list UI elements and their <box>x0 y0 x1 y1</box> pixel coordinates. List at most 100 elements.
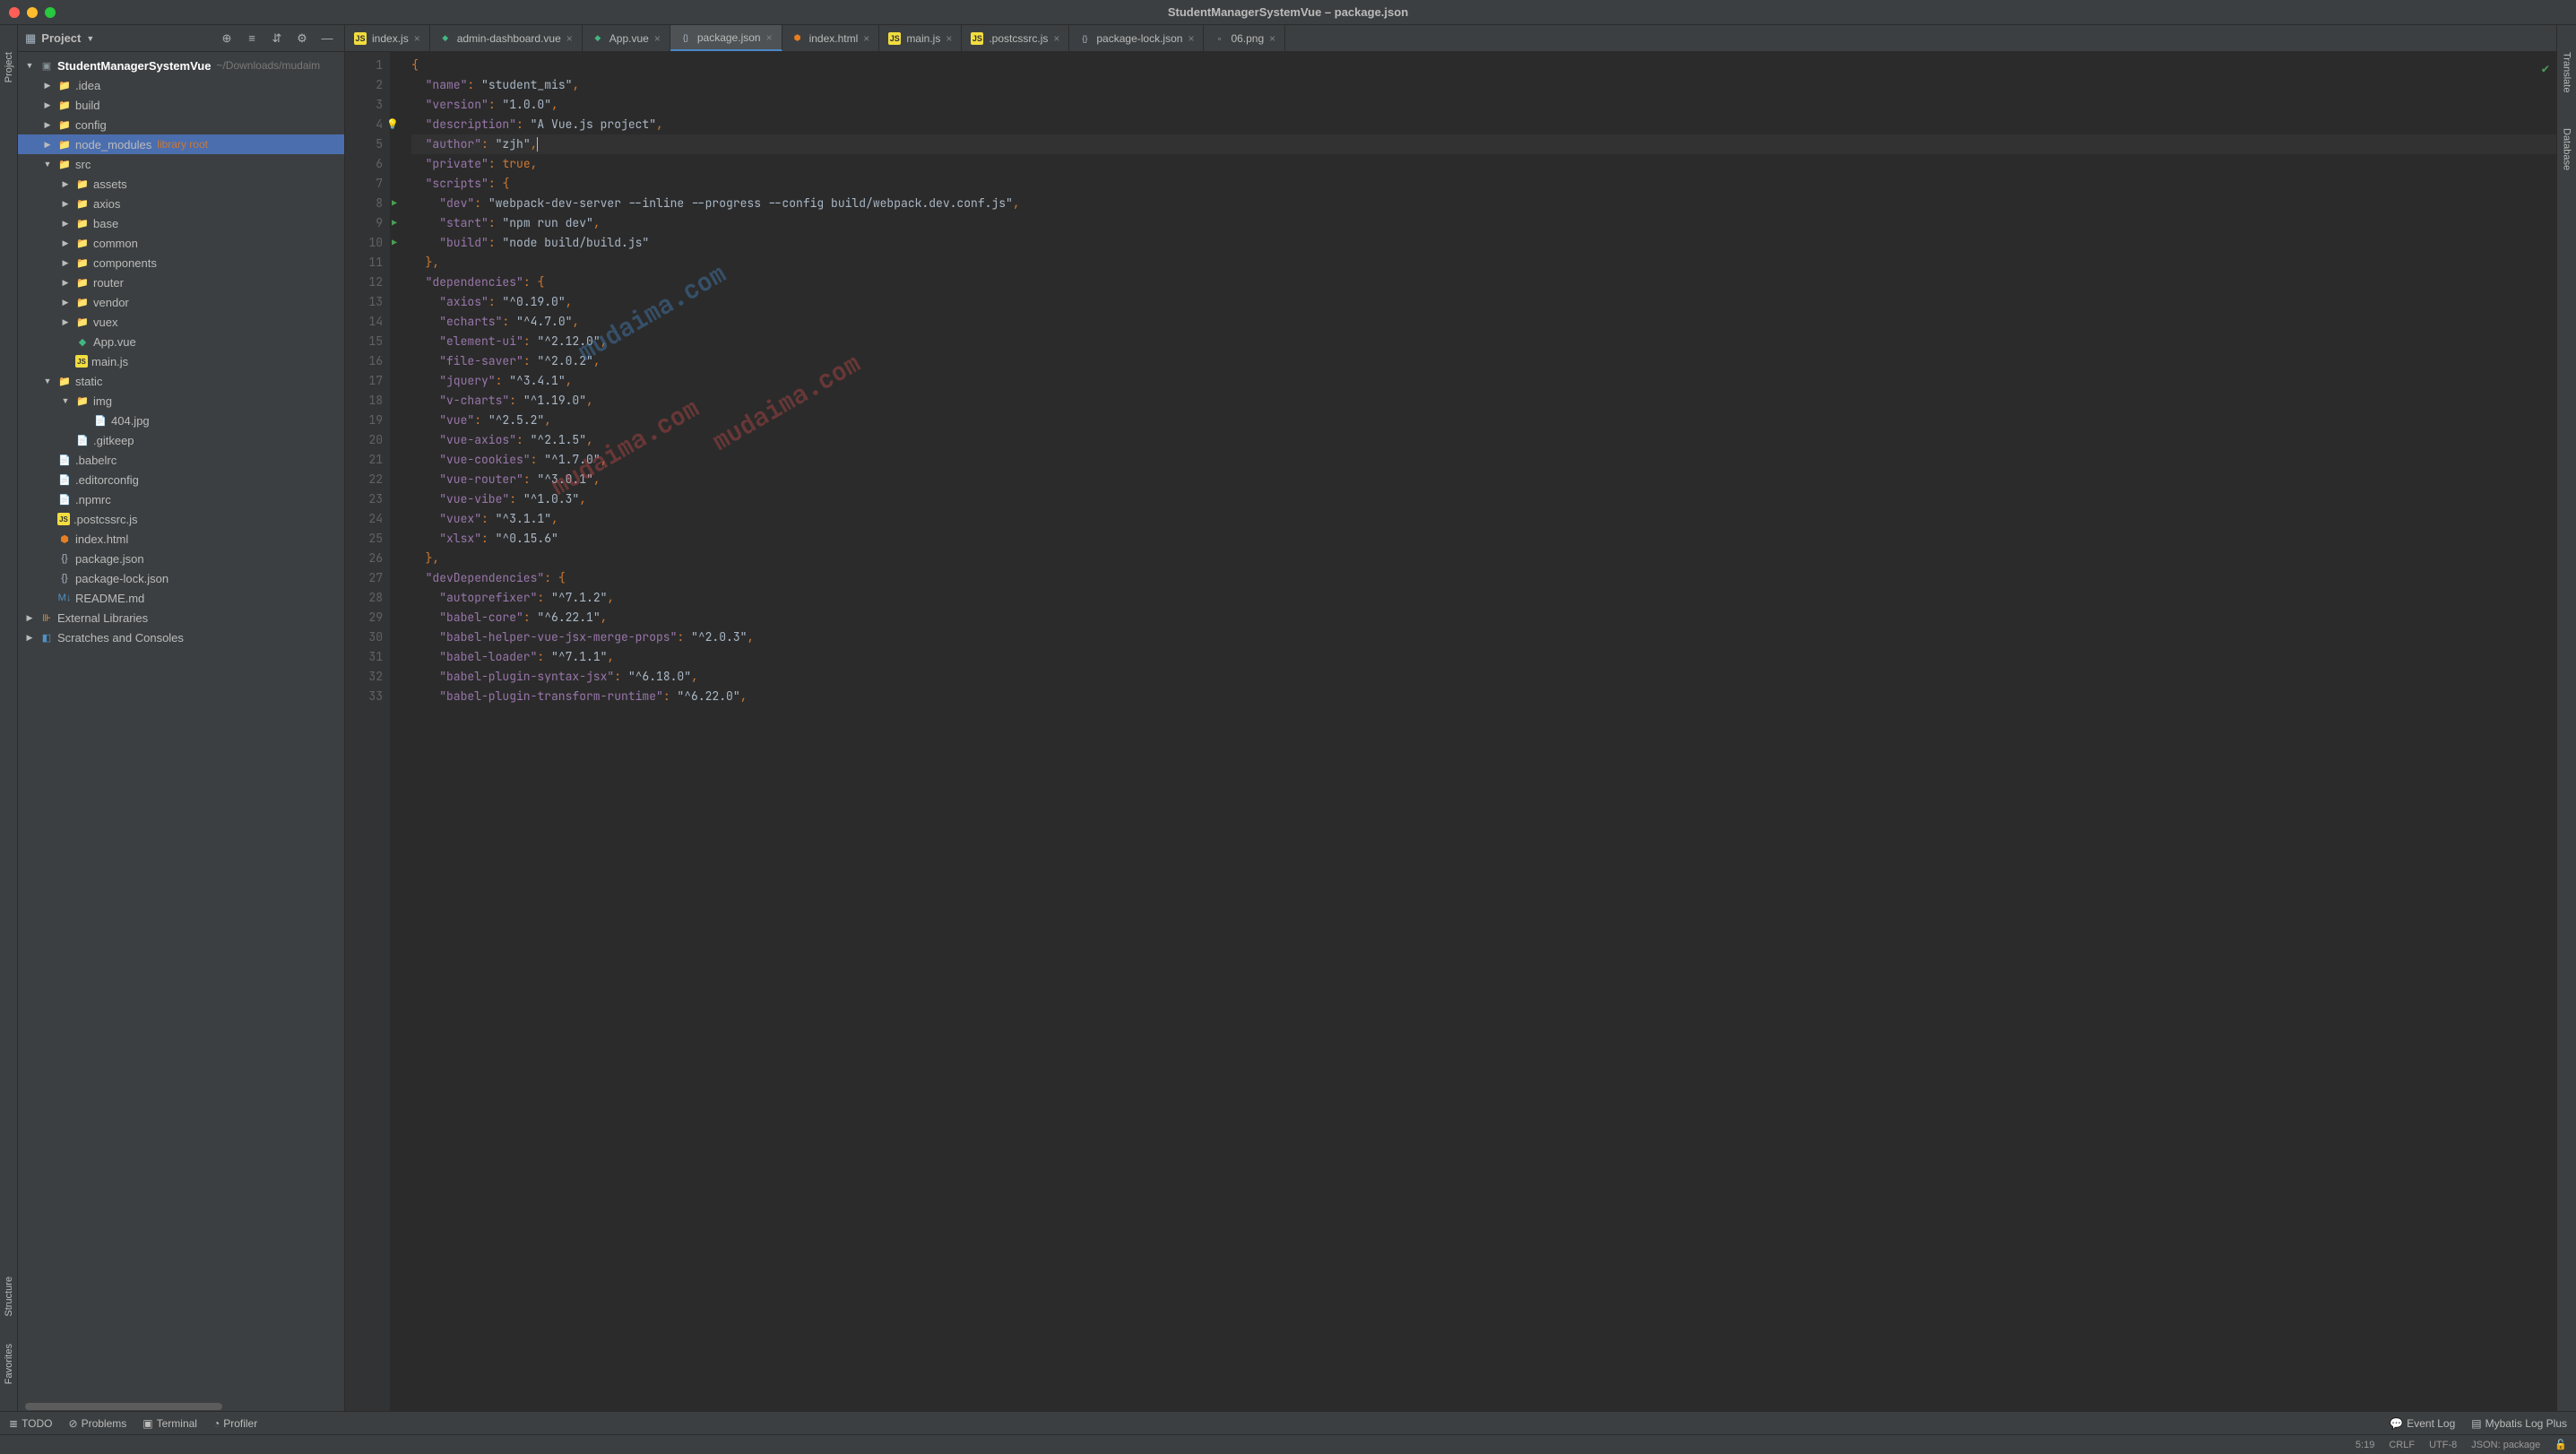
code-line[interactable]: "autoprefixer": "^7.1.2", <box>411 588 2556 608</box>
status-position[interactable]: 5:19 <box>2356 1440 2374 1450</box>
chevron-right-icon[interactable]: ▶ <box>23 611 36 624</box>
gutter-line[interactable]: 19 <box>345 411 383 430</box>
chevron-down-icon[interactable]: ▼ <box>23 59 36 72</box>
favorites-tool-button[interactable]: Favorites <box>4 1344 14 1384</box>
chevron-right-icon[interactable]: ▶ <box>59 256 72 269</box>
close-icon[interactable]: × <box>1053 32 1059 45</box>
code-line[interactable]: "babel-loader": "^7.1.1", <box>411 647 2556 667</box>
project-tree[interactable]: ▼ ▣ StudentManagerSystemVue ~/Downloads/… <box>18 52 344 1402</box>
profiler-tool-button[interactable]: ◔Profiler <box>213 1417 257 1430</box>
gutter-line[interactable]: 31 <box>345 647 383 667</box>
tree-item[interactable]: ▼📁src <box>18 154 344 174</box>
gutter-line[interactable]: 6 <box>345 154 383 174</box>
code-line[interactable]: }, <box>411 253 2556 273</box>
problems-tool-button[interactable]: ⊘Problems <box>69 1417 127 1430</box>
gutter-line[interactable]: 2 <box>345 75 383 95</box>
code-line[interactable]: "element-ui": "^2.12.0", <box>411 332 2556 351</box>
gutter-line[interactable]: 33 <box>345 687 383 706</box>
tree-item[interactable]: ▶📁common <box>18 233 344 253</box>
gutter-line[interactable]: 5 <box>345 134 383 154</box>
maximize-window-button[interactable] <box>45 7 56 18</box>
gutter-line[interactable]: 17 <box>345 371 383 391</box>
gutter-line[interactable]: 20 <box>345 430 383 450</box>
tree-item[interactable]: 📄.editorconfig <box>18 470 344 489</box>
code-line[interactable]: "v-charts": "^1.19.0", <box>411 391 2556 411</box>
gutter-line[interactable]: 27 <box>345 568 383 588</box>
code-line[interactable]: "echarts": "^4.7.0", <box>411 312 2556 332</box>
chevron-right-icon[interactable]: ▶ <box>23 631 36 644</box>
chevron-right-icon[interactable]: ▶ <box>59 296 72 308</box>
gutter-line[interactable]: 3 <box>345 95 383 115</box>
tree-item[interactable]: ◆App.vue <box>18 332 344 351</box>
project-tool-button[interactable]: Project <box>4 52 14 82</box>
tree-item[interactable]: ▼📁static <box>18 371 344 391</box>
code-line[interactable]: "dev": "webpack-dev-server --inline --pr… <box>411 194 2556 213</box>
chevron-down-icon[interactable]: ▼ <box>41 375 54 387</box>
gutter-line[interactable]: 14 <box>345 312 383 332</box>
status-encoding[interactable]: UTF-8 <box>2429 1440 2457 1450</box>
minimize-window-button[interactable] <box>27 7 38 18</box>
gutter-line[interactable]: 28 <box>345 588 383 608</box>
editor-tab[interactable]: ⬢index.html× <box>782 25 880 51</box>
gutter-line[interactable]: 11 <box>345 253 383 273</box>
tree-item[interactable]: {}package.json <box>18 549 344 568</box>
editor-tab[interactable]: JSindex.js× <box>345 25 430 51</box>
editor-tab[interactable]: JS.postcssrc.js× <box>962 25 1069 51</box>
chevron-right-icon[interactable]: ▶ <box>41 138 54 151</box>
tree-item[interactable]: ▶📁config <box>18 115 344 134</box>
tree-item[interactable]: ▶📁base <box>18 213 344 233</box>
chevron-down-icon[interactable]: ▼ <box>59 394 72 407</box>
code-line[interactable]: { <box>411 56 2556 75</box>
tree-item[interactable]: JSmain.js <box>18 351 344 371</box>
locate-icon[interactable]: ⊕ <box>217 29 237 48</box>
code-line[interactable]: "babel-plugin-syntax-jsx": "^6.18.0", <box>411 667 2556 687</box>
tree-item[interactable]: JS.postcssrc.js <box>18 509 344 529</box>
chevron-right-icon[interactable]: ▶ <box>59 197 72 210</box>
status-language[interactable]: JSON: package <box>2471 1440 2540 1450</box>
gutter-line[interactable]: 13 <box>345 292 383 312</box>
gutter-line[interactable]: 7 <box>345 174 383 194</box>
gutter-line[interactable]: 26 <box>345 549 383 568</box>
chevron-down-icon[interactable]: ▼ <box>86 34 94 43</box>
mybatis-tool-button[interactable]: ▤Mybatis Log Plus <box>2471 1417 2567 1430</box>
gutter-line[interactable]: 21 <box>345 450 383 470</box>
inspection-ok-icon[interactable]: ✔ <box>2542 59 2549 79</box>
code-line[interactable]: "vue-router": "^3.0.1", <box>411 470 2556 489</box>
editor-tab[interactable]: ◆App.vue× <box>583 25 670 51</box>
gear-icon[interactable]: ⚙ <box>292 29 312 48</box>
code-line[interactable]: "scripts": { <box>411 174 2556 194</box>
editor-tab[interactable]: ▫06.png× <box>1204 25 1285 51</box>
sidebar-title[interactable]: Project <box>41 31 81 45</box>
gutter-line[interactable]: 23 <box>345 489 383 509</box>
chevron-right-icon[interactable]: ▶ <box>59 217 72 229</box>
tree-item[interactable]: ▼📁img <box>18 391 344 411</box>
chevron-right-icon[interactable]: ▶ <box>59 316 72 328</box>
editor-tab[interactable]: JSmain.js× <box>879 25 962 51</box>
hide-icon[interactable]: — <box>317 29 337 48</box>
gutter-line[interactable]: 15 <box>345 332 383 351</box>
tree-item[interactable]: 📄.npmrc <box>18 489 344 509</box>
gutter-line[interactable]: 8▶ <box>345 194 383 213</box>
tree-item[interactable]: ▶📁assets <box>18 174 344 194</box>
status-line-separator[interactable]: CRLF <box>2389 1440 2415 1450</box>
expand-icon[interactable]: ≡ <box>242 29 262 48</box>
tree-item[interactable]: 📄.gitkeep <box>18 430 344 450</box>
tree-item[interactable]: 📄.babelrc <box>18 450 344 470</box>
code-line[interactable]: "babel-helper-vue-jsx-merge-props": "^2.… <box>411 627 2556 647</box>
tree-external-libs[interactable]: ▶ ⊪ External Libraries <box>18 608 344 627</box>
sidebar-scrollbar[interactable] <box>18 1402 344 1411</box>
code-line[interactable]: "file-saver": "^2.0.2", <box>411 351 2556 371</box>
chevron-right-icon[interactable]: ▶ <box>59 177 72 190</box>
gutter-line[interactable]: 12 <box>345 273 383 292</box>
tree-item[interactable]: ▶📁.idea <box>18 75 344 95</box>
code-line[interactable]: "author": "zjh", <box>411 134 2556 154</box>
gutter-line[interactable]: 18 <box>345 391 383 411</box>
code-line[interactable]: "vue": "^2.5.2", <box>411 411 2556 430</box>
tree-item[interactable]: ▶📁build <box>18 95 344 115</box>
editor-code[interactable]: ✔ mudaima.com mudaima.com mudaima.com { … <box>390 52 2556 1411</box>
code-line[interactable]: "devDependencies": { <box>411 568 2556 588</box>
close-window-button[interactable] <box>9 7 20 18</box>
gutter-line[interactable]: 32 <box>345 667 383 687</box>
tree-root[interactable]: ▼ ▣ StudentManagerSystemVue ~/Downloads/… <box>18 56 344 75</box>
tree-item[interactable]: 📄404.jpg <box>18 411 344 430</box>
